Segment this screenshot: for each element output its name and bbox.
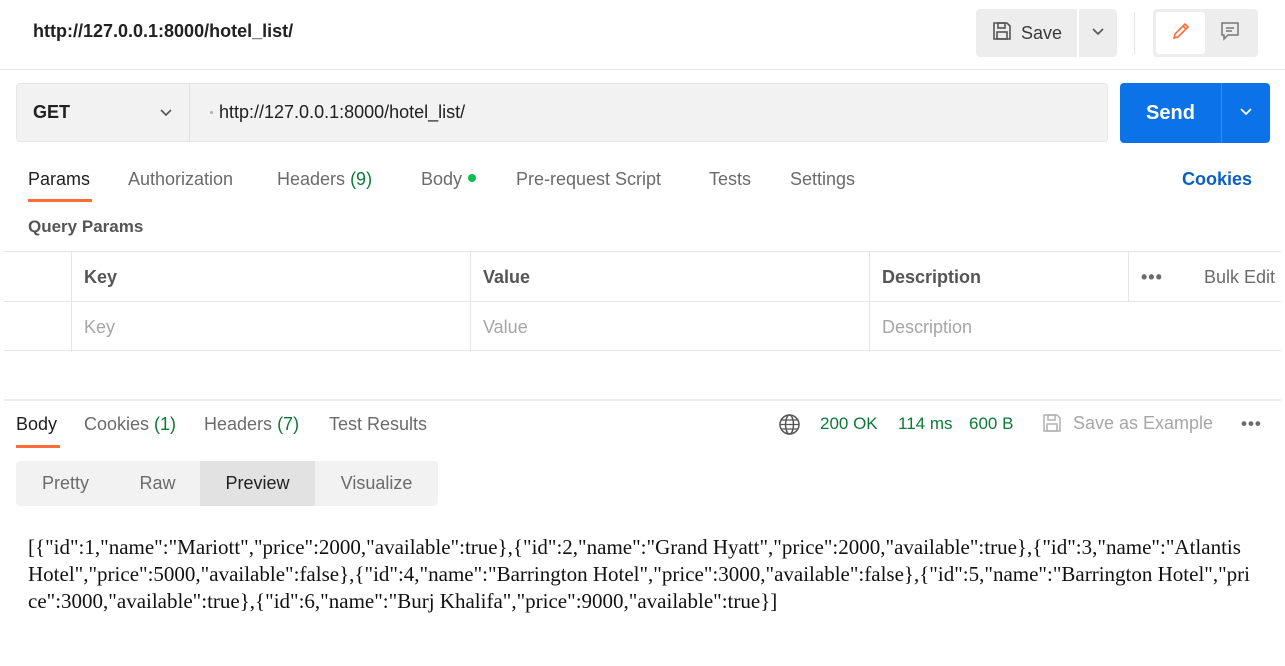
chevron-down-icon	[159, 102, 173, 123]
view-pretty-button[interactable]: Pretty	[16, 461, 115, 506]
request-title[interactable]: http://127.0.0.1:8000/hotel_list/	[33, 21, 293, 42]
tab-authorization[interactable]: Authorization	[128, 169, 233, 190]
column-header-description: Description	[869, 252, 1128, 302]
status-code[interactable]: 200 OK	[820, 414, 878, 434]
table-row: Key Value Description	[4, 302, 1281, 352]
tab-label: Body	[421, 169, 463, 189]
save-button[interactable]: Save	[976, 9, 1077, 57]
method-value: GET	[33, 102, 71, 122]
active-tab-indicator	[28, 199, 92, 202]
column-header-key: Key	[71, 252, 470, 302]
save-icon	[991, 20, 1013, 47]
body-indicator-icon	[468, 174, 477, 182]
send-button-group: Send	[1120, 83, 1270, 143]
url-value: http://127.0.0.1:8000/hotel_list/	[219, 102, 466, 122]
tab-label: Headers	[277, 169, 346, 189]
tab-settings[interactable]: Settings	[790, 169, 855, 190]
pencil-icon	[1170, 20, 1192, 47]
chevron-down-icon	[1091, 24, 1105, 42]
tab-tests[interactable]: Tests	[709, 169, 751, 190]
tab-count: (1)	[154, 414, 177, 434]
response-body-preview: [{"id":1,"name":"Mariott","price":2000,"…	[28, 535, 1251, 613]
pane-resize-handle[interactable]	[4, 399, 1281, 401]
query-params-heading: Query Params	[28, 217, 144, 236]
response-tab-headers[interactable]: Headers (7)	[204, 414, 299, 435]
url-input[interactable]: http://127.0.0.1:8000/hotel_list/	[189, 83, 1108, 142]
param-key-input[interactable]: Key	[71, 302, 470, 352]
response-size[interactable]: 600 B	[969, 414, 1013, 434]
comment-icon	[1219, 20, 1241, 47]
active-tab-indicator	[16, 445, 60, 448]
tab-pre-request-script[interactable]: Pre-request Script	[516, 169, 661, 190]
response-view-mode: Pretty Raw Preview Visualize	[16, 461, 438, 506]
tab-label: Settings	[790, 169, 856, 189]
param-description-input[interactable]: Description	[869, 302, 1128, 352]
bulk-edit-link[interactable]: Bulk Edit	[1204, 267, 1275, 288]
response-tab-body[interactable]: Body	[16, 414, 57, 435]
save-button-label: Save	[1021, 22, 1063, 43]
table-header-row: Key Value Description ••• Bulk Edit	[4, 252, 1281, 302]
save-as-example-button[interactable]: Save as Example	[1073, 413, 1213, 434]
checkbox-column-header	[4, 252, 71, 302]
tab-label: Headers	[204, 414, 273, 434]
cookies-link[interactable]: Cookies	[1182, 169, 1252, 190]
query-params-table: Key Value Description ••• Bulk Edit Key …	[4, 251, 1281, 352]
send-options-button[interactable]	[1222, 83, 1270, 143]
save-group: Save	[976, 9, 1117, 57]
url-dot-icon	[210, 111, 213, 114]
tab-headers[interactable]: Headers (9)	[277, 169, 372, 190]
tab-label: Cookies	[84, 414, 150, 434]
view-raw-button[interactable]: Raw	[115, 461, 200, 506]
tab-label: Pre-request Script	[516, 169, 662, 189]
row-actions-cell	[1128, 302, 1281, 352]
chevron-down-icon	[1239, 104, 1253, 122]
column-header-value: Value	[470, 252, 869, 302]
param-value-input[interactable]: Value	[470, 302, 869, 352]
row-checkbox-cell	[4, 302, 71, 352]
tab-body[interactable]: Body	[421, 169, 477, 190]
response-tab-test-results[interactable]: Test Results	[329, 414, 427, 435]
tab-label: Authorization	[128, 169, 234, 189]
edit-mode-button[interactable]	[1156, 12, 1205, 54]
more-options-icon[interactable]: •••	[1241, 414, 1262, 434]
more-options-icon[interactable]: •••	[1141, 267, 1163, 288]
table-actions: ••• Bulk Edit	[1128, 252, 1281, 302]
divider	[1134, 12, 1135, 54]
method-select[interactable]: GET	[16, 83, 190, 142]
tab-count: (7)	[277, 414, 300, 434]
tab-label: Test Results	[329, 414, 428, 434]
tab-label: Params	[28, 169, 91, 189]
request-header-bar: http://127.0.0.1:8000/hotel_list/ Save	[0, 0, 1285, 70]
tab-label: Tests	[709, 169, 752, 189]
response-time[interactable]: 114 ms	[898, 414, 953, 434]
view-visualize-button[interactable]: Visualize	[315, 461, 438, 506]
response-tab-cookies[interactable]: Cookies (1)	[84, 414, 176, 435]
tab-count: (9)	[350, 169, 373, 189]
tab-params[interactable]: Params	[28, 169, 90, 190]
save-options-button[interactable]	[1079, 9, 1117, 57]
tab-label: Body	[16, 414, 58, 434]
save-icon	[1041, 412, 1063, 439]
pane-mode-toggle	[1153, 9, 1258, 57]
send-button[interactable]: Send	[1120, 83, 1221, 143]
globe-icon[interactable]	[778, 413, 801, 441]
comments-mode-button[interactable]	[1205, 12, 1254, 54]
view-preview-button[interactable]: Preview	[200, 461, 315, 506]
